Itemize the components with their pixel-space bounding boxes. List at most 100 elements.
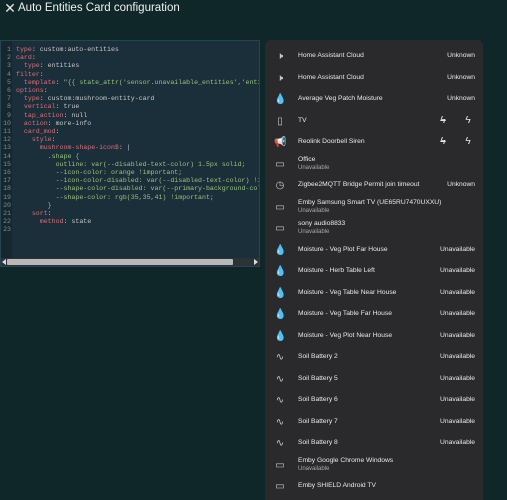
entity-row[interactable]: ▭ Office Unavailable: [265, 155, 483, 176]
yaml-key: filter: [16, 70, 40, 78]
code-text: sort:: [16, 210, 52, 217]
entity-row[interactable]: 🕨 Home Assistant Cloud Unknown: [265, 47, 483, 68]
entity-row[interactable]: 💧 Moisture - Veg Table Near House Unavaila…: [265, 284, 483, 305]
code-text: action: more-info: [16, 120, 91, 127]
yaml-value: [16, 194, 56, 201]
entity-row[interactable]: 💧 Moisture - Herb Table Left Unavailable: [265, 262, 483, 283]
yaml-key: style: [31, 136, 52, 144]
entity-row[interactable]: ▭ Emby Samsung Smart TV (UE65RU7470UXXU) U…: [265, 198, 483, 219]
yaml-value: :: [39, 70, 44, 78]
cast-icon: ▭: [275, 201, 285, 213]
entity-name: Moisture - Veg Table Near House: [298, 288, 397, 296]
flash-off-icon[interactable]: ϟ: [437, 115, 449, 127]
entity-row[interactable]: ◷ Zigbee2MQTT Bridge Permit join timeout U…: [265, 176, 483, 197]
yaml-value: [16, 62, 24, 69]
entity-row[interactable]: 💧 Moisture - Veg Plot Near House Unavailab…: [265, 327, 483, 348]
entity-state: Unavailable: [440, 353, 475, 360]
flash-icon[interactable]: ϟ: [462, 115, 474, 127]
entity-name: sony audio8833: [298, 220, 346, 227]
yaml-key: action: [23, 119, 48, 127]
entity-row[interactable]: ▭ sony audio8833 Unavailable: [265, 219, 483, 240]
entity-row[interactable]: 💧 Moisture - Veg Plot Far House Unavailabl…: [265, 241, 483, 262]
entity-row[interactable]: ∿ Soil Battery 7 Unavailable: [265, 413, 483, 434]
flash-icon[interactable]: ϟ: [462, 136, 474, 148]
line-number: 4: [7, 70, 11, 78]
entity-row[interactable]: ∿ Soil Battery 8 Unavailable: [265, 434, 483, 455]
clock-icon: ◷: [275, 180, 285, 191]
entity-row[interactable]: 🕨 Home Assistant Cloud Unknown: [265, 69, 483, 90]
line-number: 15: [3, 160, 11, 168]
code-text: }: [16, 202, 52, 209]
entity-state: Unavailable: [440, 267, 475, 274]
yaml-value: :: [55, 128, 60, 135]
code-text: .shape {: [16, 153, 80, 160]
entity-row[interactable]: ∿ Soil Battery 5 Unavailable: [265, 370, 483, 391]
line-number: 14: [3, 152, 11, 160]
flash-off-icon[interactable]: ϟ: [437, 136, 449, 148]
yaml-value: : |: [118, 144, 131, 152]
entity-name: Office: [298, 155, 316, 163]
yaml-string: outline: var(--disabled-text-color) 1.5p…: [55, 160, 246, 168]
water-drop-icon: 💧: [274, 309, 287, 320]
line-number: 1: [7, 46, 11, 53]
water-drop-icon: 💧: [274, 94, 287, 105]
entity-row[interactable]: ∿ Soil Battery 2 Unavailable: [265, 348, 483, 369]
line-number: 5: [7, 78, 11, 86]
yaml-value: [16, 218, 40, 225]
entity-name: Zigbee2MQTT Bridge Permit join timeout: [298, 181, 420, 188]
yaml-string: "{{ state_attr('sensor.unavailable_entit…: [63, 78, 260, 86]
entity-name: Average Veg Patch Moisture: [298, 95, 383, 102]
entity-row[interactable]: ▯ TV ϟ ϟ: [265, 112, 483, 133]
yaml-key: method: [39, 218, 64, 226]
water-drop-icon: 💧: [274, 244, 287, 256]
entity-row[interactable]: ∿ Soil Battery 6 Unavailable: [265, 391, 483, 412]
yaml-value: [16, 79, 24, 86]
line-number: 17: [3, 177, 11, 185]
line-number: 16: [3, 169, 11, 176]
yaml-key: options: [16, 87, 44, 94]
cast-icon: ▭: [275, 158, 285, 170]
scroll-left-arrow-icon[interactable]: [2, 259, 6, 265]
line-number: 8: [7, 103, 11, 111]
line-number: 11: [3, 128, 11, 135]
entity-row[interactable]: ▭ Emby Google Chrome Windows Unavailable: [265, 456, 483, 477]
speaker-off-icon: 🕨: [276, 72, 284, 84]
yaml-key: type: [16, 46, 32, 53]
entity-row[interactable]: 📢 Reolink Doorbell Siren ϟ ϟ: [265, 133, 483, 154]
entity-state: Unknown: [447, 95, 475, 102]
yaml-value: : more-info: [47, 119, 92, 127]
line-number: 10: [3, 119, 11, 127]
yaml-key: type: [23, 62, 40, 70]
entity-name: Home Assistant Cloud: [298, 73, 364, 81]
entity-name: Moisture - Herb Table Left: [298, 267, 375, 274]
code-text: --icon-color: orange !important;: [16, 169, 183, 176]
horizontal-scrollbar[interactable]: [1, 258, 259, 266]
scrollbar-thumb[interactable]: [7, 259, 233, 265]
water-drop-icon: 💧: [274, 330, 287, 342]
entity-row[interactable]: 💧 Moisture - Veg Table Far House Unavailab…: [265, 305, 483, 326]
entities-card-preview: 🕨 Home Assistant Cloud Unknown 🕨 Home Assist…: [265, 40, 483, 500]
code-text: mushroom-shape-icon$: |: [16, 144, 131, 151]
close-icon[interactable]: ✕: [3, 1, 17, 15]
entity-state: Unavailable: [440, 245, 475, 253]
scroll-right-arrow-icon[interactable]: [254, 259, 258, 265]
yaml-string: --shape-color: rgb(35,35,41) !important;: [55, 193, 214, 201]
yaml-value: : state: [63, 218, 92, 226]
sine-wave-icon: ∿: [275, 416, 285, 428]
entity-secondary-state: Unavailable: [298, 229, 330, 235]
entity-name: Soil Battery 6: [298, 396, 338, 403]
cast-icon: ▭: [275, 481, 285, 492]
code-text: type: custom:mushroom-entity-card: [16, 95, 155, 102]
entity-row[interactable]: 💧 Average Veg Patch Moisture Unknown: [265, 90, 483, 111]
line-number: 6: [7, 87, 11, 94]
entity-name: Moisture - Veg Plot Near House: [298, 331, 393, 339]
entity-row[interactable]: ▭ Emby SHIELD Android TV: [265, 477, 483, 498]
cast-icon: ▭: [275, 223, 285, 234]
line-number: 22: [3, 218, 11, 226]
water-drop-icon: 💧: [274, 287, 287, 299]
yaml-code-editor[interactable]: 1 type: custom:auto-entities 2 card: 3 type:…: [0, 40, 260, 267]
yaml-value: : true: [55, 103, 80, 111]
code-text: card_mod:: [16, 128, 60, 135]
yaml-value: [16, 185, 56, 192]
sine-wave-icon: ∿: [275, 373, 285, 385]
